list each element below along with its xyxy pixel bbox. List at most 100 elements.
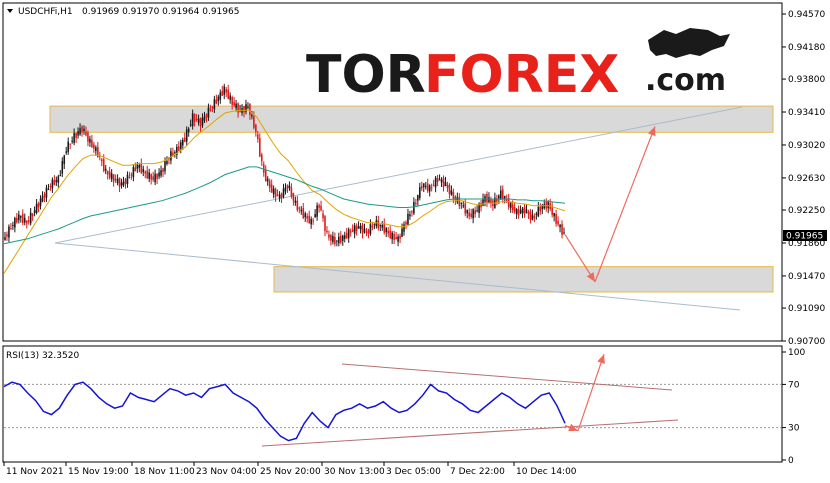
candle-body (174, 152, 176, 154)
candle-body (415, 202, 417, 204)
candle-body (468, 212, 470, 217)
rsi-panel-frame (2, 345, 783, 463)
candle-body (324, 216, 326, 232)
candle-body (25, 220, 28, 224)
logo-text-forex: FOREX (424, 45, 619, 105)
candle-body (274, 189, 277, 198)
candle-body (371, 225, 374, 228)
candle-body (282, 188, 285, 197)
price-tick-label: 0.93020 (788, 141, 825, 151)
candle-body (424, 186, 427, 188)
candle-body (428, 185, 431, 192)
candle-body (10, 228, 12, 230)
candle-body (280, 193, 283, 198)
candle-body (110, 173, 113, 180)
candle-body (251, 114, 253, 117)
candle-body (179, 142, 182, 149)
candle-body (387, 230, 390, 234)
candle-body (160, 170, 162, 176)
candle-body (221, 90, 224, 96)
candle-body (290, 187, 293, 197)
candle-body (300, 209, 303, 212)
candle-body (361, 224, 364, 234)
price-tick-label: 0.91090 (788, 304, 825, 314)
candle-body (148, 172, 150, 179)
candle-body (474, 210, 476, 215)
time-tick-label: 18 Nov 11:00 (134, 467, 195, 477)
dropdown-triangle-icon (7, 9, 13, 13)
support-zone (273, 266, 774, 293)
candle-body (515, 209, 518, 215)
candle-body (183, 137, 186, 142)
price-tick-label: 0.93800 (788, 75, 825, 85)
candle-body (359, 225, 362, 230)
candle-body (23, 217, 26, 223)
candle-body (114, 178, 117, 181)
candle-body (104, 168, 107, 171)
candle-body (377, 220, 380, 229)
candle-body (253, 116, 255, 128)
logo-text-tor: TOR (306, 45, 426, 105)
candle-body (79, 128, 81, 135)
candle-body (563, 232, 565, 234)
candle-body (535, 213, 538, 216)
candle-body (170, 151, 172, 161)
price-tick-label: 0.91470 (788, 272, 825, 282)
time-axis: 11 Nov 2021 15 Nov 19:00 18 Nov 11:00 23 No… (3, 462, 577, 477)
candle-body (347, 229, 350, 239)
candle-body (166, 160, 168, 165)
candle-body (130, 174, 133, 176)
candle-body (217, 96, 220, 101)
forecast-up-arrow (594, 126, 656, 283)
candle-body (69, 143, 71, 145)
current-price-tag: 0.91965 (783, 230, 827, 242)
candle-body (369, 224, 372, 235)
candle-body (561, 224, 563, 235)
candle-body (73, 133, 75, 143)
candle-body (63, 155, 66, 164)
candle-body (559, 224, 561, 228)
candle-body (365, 231, 368, 233)
candle-body (383, 223, 386, 233)
time-tick-label: 25 Nov 20:00 (260, 467, 321, 477)
time-tick-label: 10 Dec 14:00 (516, 467, 577, 477)
candle-body (503, 196, 506, 199)
candle-body (140, 163, 143, 174)
resistance-zone (49, 105, 774, 133)
candle-body (486, 193, 488, 203)
candle-body (187, 128, 190, 132)
candle-body (225, 89, 228, 93)
time-tick-label: 3 Dec 05:00 (386, 467, 441, 477)
candle-body (154, 173, 156, 183)
candle-body (511, 204, 514, 211)
candle-body (349, 231, 352, 233)
candle-body (432, 184, 435, 186)
candle-body (122, 181, 125, 186)
candle-body (448, 184, 451, 194)
candle-body (8, 226, 10, 238)
candle-body (456, 197, 459, 203)
candle-body (553, 213, 555, 217)
candle-body (45, 187, 48, 198)
candle-body (95, 147, 97, 152)
candle-body (158, 172, 160, 177)
candle-body (351, 229, 354, 232)
candle-body (411, 211, 413, 213)
candle-body (142, 168, 145, 173)
torforex-logo: TOR FOREX .com (306, 28, 730, 105)
candle-body (87, 132, 89, 142)
candle-body (156, 173, 158, 179)
candle-body (334, 237, 336, 245)
rsi-tick-label: 30 (788, 424, 800, 434)
candle-body (509, 202, 512, 208)
candle-body (12, 225, 14, 227)
candle-body (458, 197, 461, 206)
candle-body (391, 232, 393, 240)
candle-body (227, 89, 230, 99)
candle-body (537, 206, 540, 217)
candle-body (102, 159, 105, 171)
candle-body (357, 226, 360, 229)
candle-body (201, 117, 204, 126)
candle-body (407, 213, 409, 225)
candle-body (430, 187, 433, 189)
